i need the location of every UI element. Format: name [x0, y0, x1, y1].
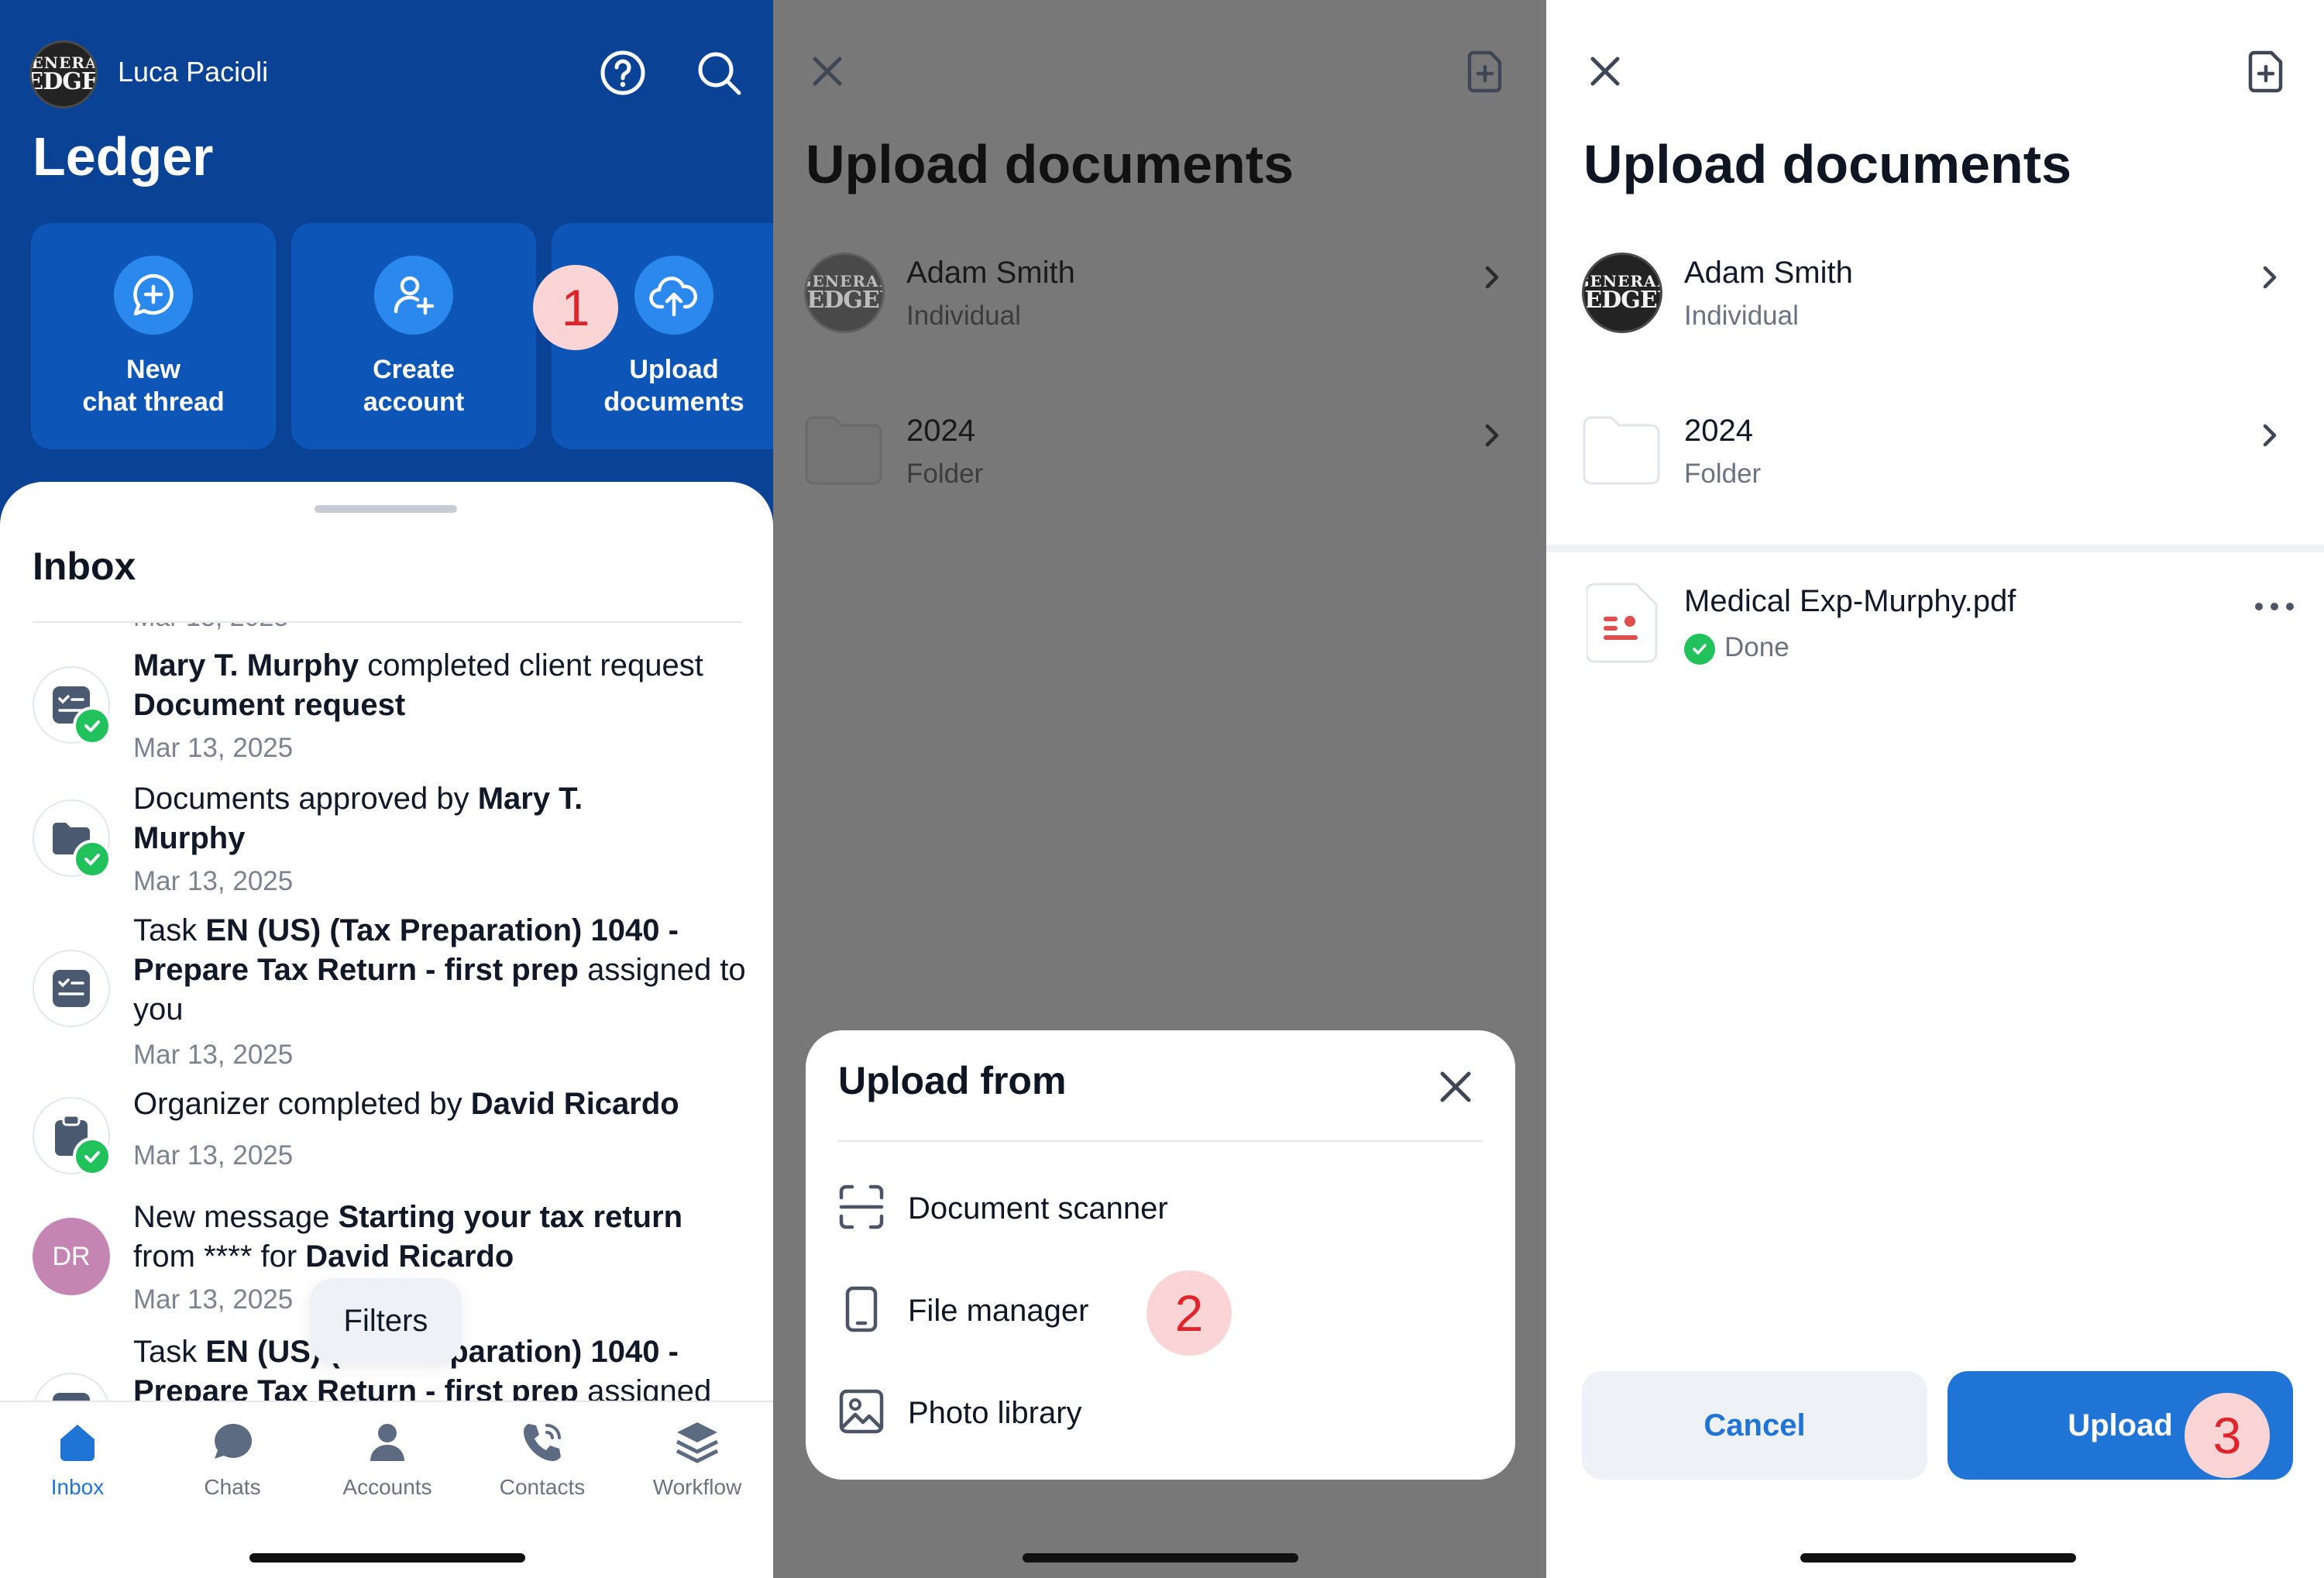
- check-icon: [84, 1151, 100, 1163]
- pdf-file-icon: [1587, 583, 1658, 663]
- user-icon: [370, 1424, 404, 1461]
- scan-icon: [839, 1184, 884, 1229]
- more-options-icon[interactable]: [2251, 595, 2298, 618]
- check-icon: [84, 720, 100, 732]
- chevron-right-icon[interactable]: [2254, 420, 2285, 451]
- folder-icon: [1583, 416, 1660, 485]
- photo-library-option[interactable]: Photo library: [838, 1374, 1489, 1452]
- search-icon[interactable]: [694, 48, 744, 98]
- step-marker-1: 1: [533, 265, 618, 350]
- check-circle-icon: [1693, 644, 1707, 655]
- step-marker-2: 2: [1147, 1270, 1232, 1356]
- avatar: GENERAL LEDGER: [1582, 253, 1662, 333]
- check-icon: [84, 854, 100, 865]
- folder-type: Folder: [1684, 459, 1762, 489]
- close-icon[interactable]: [804, 48, 851, 95]
- folder-type: Folder: [906, 459, 984, 489]
- feed-item-date: Mar 13, 2025: [133, 1140, 294, 1171]
- close-icon[interactable]: [1435, 1066, 1477, 1108]
- current-user-name[interactable]: Luca Pacioli: [118, 56, 268, 88]
- feed-item-date: Mar 13, 2025: [133, 1040, 294, 1070]
- user-plus-icon: [394, 276, 435, 315]
- create-account-button[interactable]: Create account: [291, 223, 536, 449]
- upload-status: Done: [1724, 632, 1789, 662]
- sheet-drag-handle[interactable]: [315, 505, 457, 513]
- avatar: DR: [33, 1218, 110, 1295]
- modal-title: Upload from: [838, 1059, 1067, 1102]
- folder-icon: [805, 416, 882, 485]
- layers-icon: [676, 1422, 719, 1463]
- chevron-right-icon[interactable]: [1477, 420, 1508, 451]
- home-indicator: [1800, 1553, 2076, 1563]
- cancel-button[interactable]: Cancel: [1582, 1371, 1927, 1480]
- file-name: Medical Exp-Murphy.pdf: [1684, 584, 2016, 618]
- phone-icon: [524, 1424, 561, 1461]
- feed-item-date: Mar 13, 2025: [133, 733, 294, 763]
- checklist-icon: [53, 970, 90, 1007]
- phone-device-icon: [845, 1286, 878, 1332]
- cloud-upload-icon: [649, 277, 697, 317]
- firm-logo-avatar[interactable]: GENERAL LEDGER: [29, 40, 98, 108]
- step-marker-3: 3: [2185, 1393, 2270, 1478]
- chevron-right-icon[interactable]: [2254, 262, 2285, 293]
- help-icon[interactable]: [598, 48, 648, 98]
- chat-bubble-icon: [215, 1423, 253, 1459]
- ledger-home-screen: GENERAL LEDGER Luca Pacioli Ledger New c…: [0, 0, 773, 1578]
- divider: [838, 1140, 1483, 1142]
- home-indicator: [1023, 1553, 1298, 1563]
- add-file-icon[interactable]: [2243, 48, 2290, 95]
- page-title: Ledger: [33, 126, 214, 187]
- page-title: Upload documents: [1583, 134, 2072, 194]
- filters-button[interactable]: Filters: [310, 1278, 462, 1363]
- folder-name[interactable]: 2024: [1684, 414, 1753, 449]
- avatar: GENERAL LEDGER: [804, 253, 885, 333]
- account-type: Individual: [1684, 301, 1799, 331]
- upload-documents-screen: Upload documents GENERAL LEDGER Adam Smi…: [1546, 0, 2324, 1578]
- folder-name[interactable]: 2024: [906, 414, 975, 449]
- bottom-tab-bar: Inbox Chats Accounts Contacts Workflow: [0, 1401, 773, 1578]
- feed-item-date: Mar 13, 2025: [133, 866, 294, 896]
- page-title: Upload documents: [806, 134, 1294, 194]
- account-type: Individual: [906, 301, 1021, 331]
- close-icon[interactable]: [1582, 48, 1628, 95]
- new-chat-thread-button[interactable]: New chat thread: [31, 223, 276, 449]
- account-name[interactable]: Adam Smith: [1684, 256, 1853, 291]
- document-scanner-option[interactable]: Document scanner: [838, 1170, 1489, 1247]
- upload-from-modal: Upload from Document scanner File manage…: [806, 1030, 1515, 1480]
- home-indicator: [249, 1553, 525, 1563]
- divider: [1546, 545, 2324, 552]
- feed-item-date: Mar 13, 2025: [133, 623, 288, 633]
- home-icon: [60, 1425, 95, 1461]
- image-icon: [839, 1389, 884, 1434]
- upload-from-sheet-screen: Upload documents GENERAL LEDGER Adam Smi…: [773, 0, 1546, 1578]
- account-name[interactable]: Adam Smith: [906, 256, 1075, 291]
- inbox-heading: Inbox: [33, 545, 136, 588]
- feed-item-date: Mar 13, 2025: [133, 1284, 294, 1315]
- chevron-right-icon[interactable]: [1477, 262, 1508, 293]
- chat-plus-icon: [133, 273, 174, 316]
- add-file-icon[interactable]: [1463, 48, 1509, 95]
